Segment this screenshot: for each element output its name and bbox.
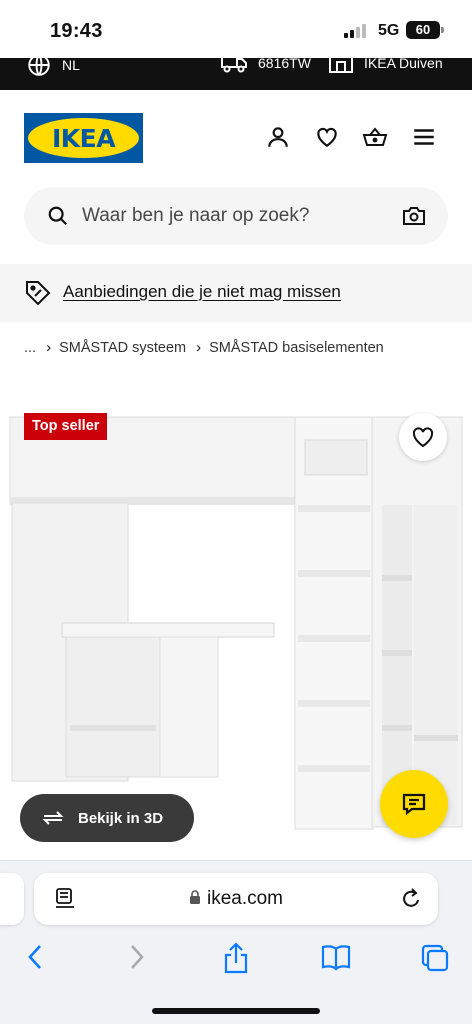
price-tag-icon [26, 281, 51, 306]
search-input[interactable]: Waar ben je naar op zoek? [82, 205, 309, 227]
search-bar[interactable]: Waar ben je naar op zoek? [24, 187, 448, 245]
store-selector[interactable]: IKEA Duiven [328, 58, 443, 74]
status-bar: 19:43 5G 60 [0, 0, 472, 58]
heart-icon [412, 427, 434, 448]
browser-toolbar: ikea.com [0, 860, 472, 1024]
promo-link[interactable]: Aanbiedingen die je niet mag missen [63, 282, 341, 302]
ikea-logo[interactable]: IKEA [24, 113, 143, 163]
product-image-gallery[interactable]: Top seller Bekijk in 3D [0, 385, 472, 860]
bookmarks-icon[interactable] [320, 941, 352, 973]
site-header: IKEA [0, 90, 472, 186]
reload-icon[interactable] [400, 887, 422, 911]
search-icon [48, 206, 68, 226]
postal-code-selector[interactable]: 6816TW [220, 58, 311, 74]
top-seller-badge: Top seller [24, 413, 108, 440]
view-in-3d-label: Bekijk in 3D [78, 809, 164, 827]
share-icon[interactable] [222, 941, 250, 975]
logo-oval: IKEA [28, 118, 139, 158]
battery-tip [441, 27, 444, 33]
account-icon[interactable] [265, 124, 291, 150]
chat-icon [402, 793, 426, 816]
breadcrumb: ... › SMÅSTAD systeem › SMÅSTAD basisele… [24, 339, 384, 356]
language-selector[interactable]: NL [26, 58, 80, 78]
url-text: ikea.com [206, 888, 284, 909]
truck-icon [221, 58, 247, 73]
chat-button[interactable] [380, 770, 448, 838]
cellular-signal-icon [344, 24, 370, 38]
language-label: NL [62, 58, 80, 73]
network-type: 5G [378, 22, 400, 39]
rotate-3d-icon [42, 811, 64, 825]
tabs-icon[interactable] [420, 941, 450, 973]
promo-banner[interactable]: Aanbiedingen die je niet mag missen [0, 264, 472, 322]
logo-text: IKEA [51, 123, 116, 153]
status-time: 19:43 [50, 20, 103, 42]
camera-search-icon[interactable] [402, 205, 426, 227]
lock-icon [189, 890, 200, 904]
store-label: IKEA Duiven [364, 58, 443, 71]
forward-icon[interactable] [124, 941, 148, 973]
menu-icon[interactable] [411, 124, 437, 150]
heart-icon[interactable] [314, 124, 340, 150]
previous-tab-peek[interactable] [0, 873, 24, 925]
store-icon [329, 58, 353, 73]
breadcrumb-item-current[interactable]: SMÅSTAD basiselementen [209, 340, 384, 356]
add-to-favorites-button[interactable] [399, 413, 447, 461]
chevron-right-icon: › [46, 339, 52, 356]
breadcrumb-ellipsis[interactable]: ... [24, 340, 36, 356]
chevron-right-icon: › [196, 339, 202, 356]
battery-icon: 60 [406, 21, 440, 39]
url-display[interactable]: ikea.com [34, 888, 438, 910]
basket-icon[interactable] [362, 124, 388, 150]
home-indicator[interactable] [152, 1008, 320, 1014]
back-icon[interactable] [24, 941, 48, 973]
view-in-3d-button[interactable]: Bekijk in 3D [20, 794, 194, 842]
address-bar[interactable]: ikea.com [34, 873, 438, 925]
postal-code-label: 6816TW [258, 58, 311, 71]
breadcrumb-item-system[interactable]: SMÅSTAD systeem [59, 340, 186, 356]
top-info-bar: NL 6816TW IKEA Duiven [0, 58, 472, 90]
globe-icon [28, 58, 50, 76]
